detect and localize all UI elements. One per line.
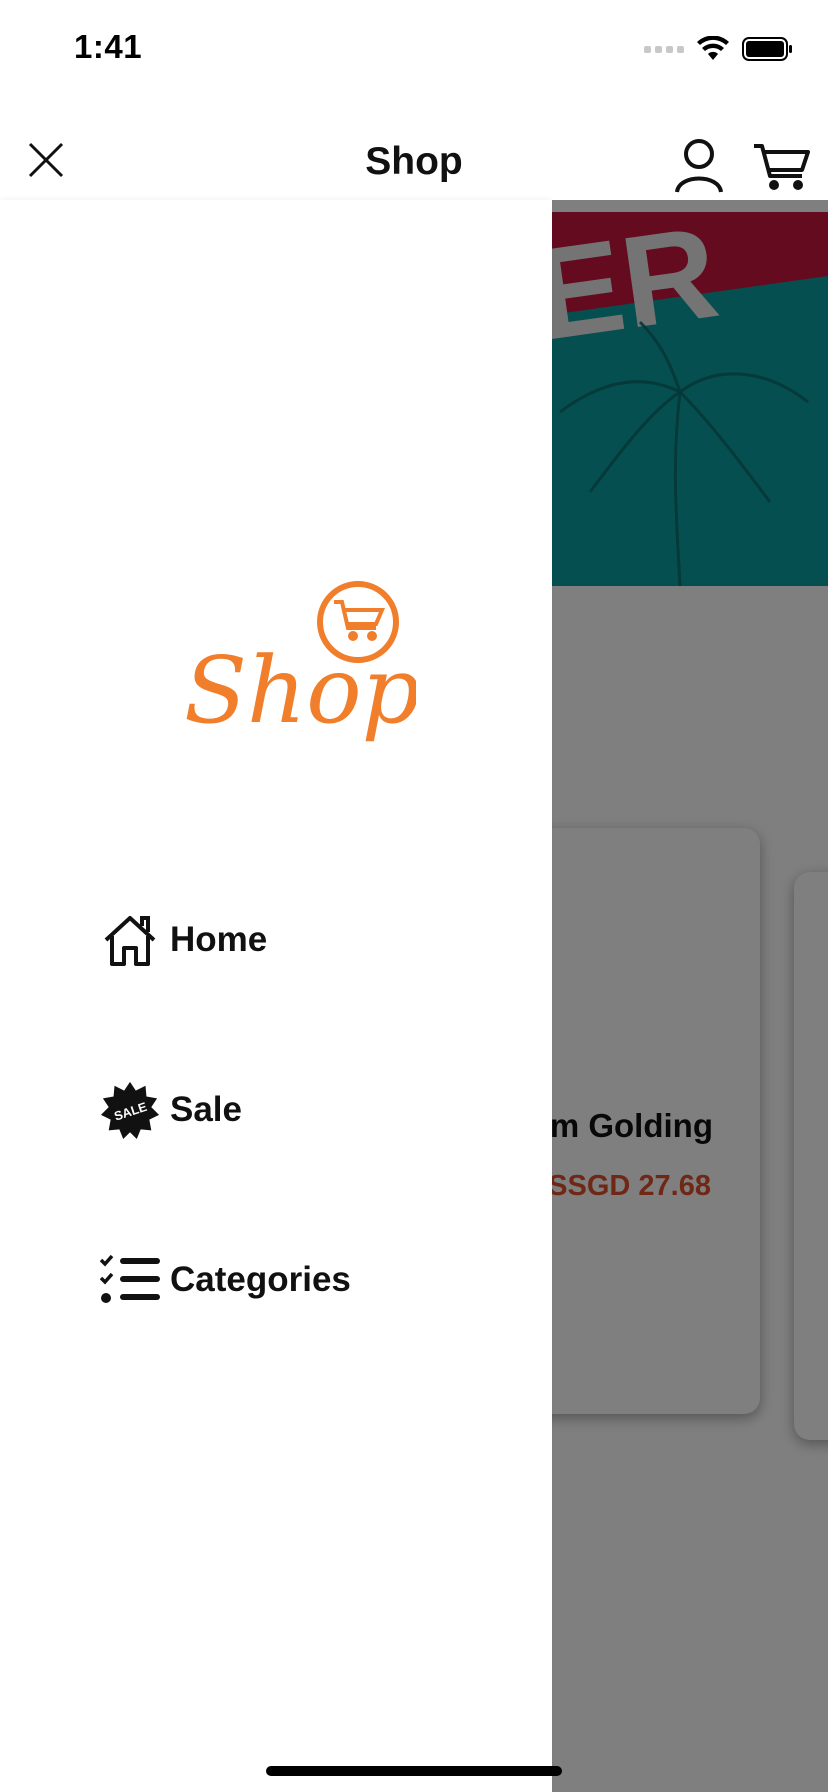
nav-bar: Shop [0,100,828,200]
home-icon [104,916,156,966]
battery-icon [742,37,792,61]
shop-logo: Shop [184,581,416,744]
side-drawer: Shop Home SALE Sale Categories [0,200,552,1792]
cellular-signal-icon [644,45,684,53]
sale-badge-icon: SALE [100,1081,160,1140]
user-icon[interactable] [674,138,724,194]
logo-cart-icon [334,600,386,641]
home-indicator [266,1766,562,1776]
status-time: 1:41 [74,28,143,65]
status-icons [644,36,794,62]
wifi-icon [697,36,729,60]
menu-item-sale[interactable]: SALE Sale [100,1080,242,1140]
menu-item-label: Categories [170,1260,351,1299]
status-bar: 1:41 [0,0,828,100]
menu-item-home[interactable]: Home [100,910,267,970]
checklist-icon [100,1254,160,1303]
menu-item-categories[interactable]: Categories [100,1250,351,1310]
menu-item-label: Home [170,920,268,959]
logo-text: Shop [184,637,416,744]
cart-icon[interactable] [752,142,812,192]
menu-item-label: Sale [170,1090,242,1129]
